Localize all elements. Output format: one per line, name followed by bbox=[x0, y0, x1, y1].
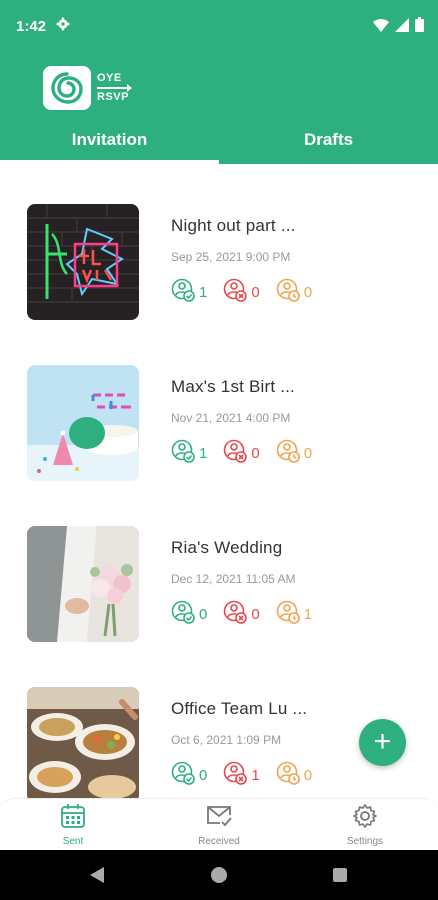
pending-guest-icon bbox=[276, 600, 300, 629]
declined-stat: 0 bbox=[223, 439, 260, 468]
rsvp-stats: 0 1 0 bbox=[171, 761, 328, 790]
accepted-stat: 0 bbox=[171, 600, 207, 629]
pending-count: 0 bbox=[303, 284, 313, 301]
declined-stat: 0 bbox=[223, 600, 260, 629]
nav-received[interactable]: Received bbox=[146, 799, 292, 850]
event-date: Dec 12, 2021 11:05 AM bbox=[171, 572, 296, 586]
logo-line1: OYE bbox=[97, 72, 122, 84]
event-title: Max's 1st Birt ... bbox=[171, 377, 295, 396]
settings-gear-icon bbox=[352, 803, 378, 834]
accepted-guest-icon bbox=[171, 278, 195, 307]
declined-count: 1 bbox=[251, 767, 260, 784]
tab-bar: Invitation Drafts bbox=[0, 124, 438, 164]
event-thumbnail-image bbox=[27, 526, 139, 642]
accepted-guest-icon bbox=[171, 439, 195, 468]
accepted-stat: 1 bbox=[171, 278, 207, 307]
pending-count: 1 bbox=[303, 606, 313, 623]
event-thumbnail-image bbox=[27, 687, 139, 798]
accepted-guest-icon bbox=[171, 600, 195, 629]
accepted-guest-icon bbox=[171, 761, 195, 790]
nav-sent[interactable]: Sent bbox=[0, 799, 146, 850]
pending-stat: 0 bbox=[276, 761, 312, 790]
event-item[interactable]: Max's 1st Birt ... Nov 21, 2021 4:00 PM … bbox=[0, 325, 438, 481]
event-title: Ria's Wedding bbox=[171, 538, 283, 557]
logo-swirl-icon bbox=[43, 66, 91, 110]
event-info: Office Team Lu ... Oct 6, 2021 1:09 PM 0… bbox=[171, 699, 328, 790]
accepted-stat: 1 bbox=[171, 439, 207, 468]
accepted-stat: 0 bbox=[171, 761, 207, 790]
bottom-nav: Sent Received Settings bbox=[0, 798, 438, 850]
pending-guest-icon bbox=[276, 439, 300, 468]
battery-icon bbox=[415, 17, 424, 37]
event-title: Night out part ... bbox=[171, 216, 296, 235]
declined-guest-icon bbox=[223, 439, 248, 468]
calendar-icon bbox=[60, 803, 86, 834]
event-date: Sep 25, 2021 9:00 PM bbox=[171, 250, 291, 264]
accepted-count: 1 bbox=[199, 284, 208, 301]
rsvp-stats: 0 0 1 bbox=[171, 600, 328, 629]
system-nav-bar bbox=[0, 850, 438, 900]
event-info: Night out part ... Sep 25, 2021 9:00 PM … bbox=[171, 216, 328, 307]
declined-guest-icon bbox=[223, 600, 248, 629]
declined-count: 0 bbox=[251, 445, 260, 462]
declined-count: 0 bbox=[251, 606, 260, 623]
event-info: Max's 1st Birt ... Nov 21, 2021 4:00 PM … bbox=[171, 377, 328, 468]
declined-guest-icon bbox=[223, 278, 248, 307]
pending-stat: 0 bbox=[276, 278, 312, 307]
event-title: Office Team Lu ... bbox=[171, 699, 308, 718]
nav-settings[interactable]: Settings bbox=[292, 799, 438, 850]
event-date: Oct 6, 2021 1:09 PM bbox=[171, 733, 282, 747]
home-icon[interactable] bbox=[211, 867, 227, 883]
event-info: Ria's Wedding Dec 12, 2021 11:05 AM 0 0 … bbox=[171, 538, 328, 629]
app-header: OYE RSVP Invitation Drafts bbox=[0, 54, 438, 164]
event-list: Night out part ... Sep 25, 2021 9:00 PM … bbox=[0, 164, 438, 798]
declined-stat: 1 bbox=[223, 761, 260, 790]
declined-guest-icon bbox=[223, 761, 248, 790]
recents-icon[interactable] bbox=[333, 868, 347, 882]
event-item[interactable]: Night out part ... Sep 25, 2021 9:00 PM … bbox=[0, 164, 438, 320]
back-icon[interactable] bbox=[90, 867, 104, 883]
wifi-icon bbox=[373, 18, 389, 37]
pending-stat: 1 bbox=[276, 600, 312, 629]
tab-invitation[interactable]: Invitation bbox=[0, 124, 219, 164]
app-logo: OYE RSVP bbox=[43, 66, 132, 110]
pending-stat: 0 bbox=[276, 439, 312, 468]
logo-line2: RSVP bbox=[97, 91, 129, 103]
pending-guest-icon bbox=[276, 278, 300, 307]
add-event-button[interactable]: + bbox=[359, 719, 406, 766]
accepted-count: 1 bbox=[199, 445, 208, 462]
accepted-count: 0 bbox=[199, 606, 208, 623]
settings-gear-icon bbox=[56, 17, 70, 36]
declined-stat: 0 bbox=[223, 278, 260, 307]
event-thumbnail-image bbox=[27, 365, 139, 481]
event-thumbnail-image bbox=[27, 204, 139, 320]
accepted-count: 0 bbox=[199, 767, 208, 784]
status-bar: 1:42 bbox=[0, 0, 438, 54]
tab-drafts[interactable]: Drafts bbox=[219, 124, 438, 164]
rsvp-stats: 1 0 0 bbox=[171, 278, 328, 307]
pending-count: 0 bbox=[303, 767, 313, 784]
rsvp-stats: 1 0 0 bbox=[171, 439, 328, 468]
event-item[interactable]: Ria's Wedding Dec 12, 2021 11:05 AM 0 0 … bbox=[0, 486, 438, 642]
status-time: 1:42 bbox=[16, 18, 47, 35]
signal-icon bbox=[395, 17, 409, 37]
mail-check-icon bbox=[205, 803, 233, 834]
nav-sent-label: Sent bbox=[62, 836, 84, 847]
nav-settings-label: Settings bbox=[346, 836, 384, 847]
event-date: Nov 21, 2021 4:00 PM bbox=[171, 411, 291, 425]
pending-count: 0 bbox=[303, 445, 313, 462]
logo-text: OYE RSVP bbox=[97, 72, 132, 104]
pending-guest-icon bbox=[276, 761, 300, 790]
nav-received-label: Received bbox=[198, 836, 240, 847]
declined-count: 0 bbox=[251, 284, 260, 301]
